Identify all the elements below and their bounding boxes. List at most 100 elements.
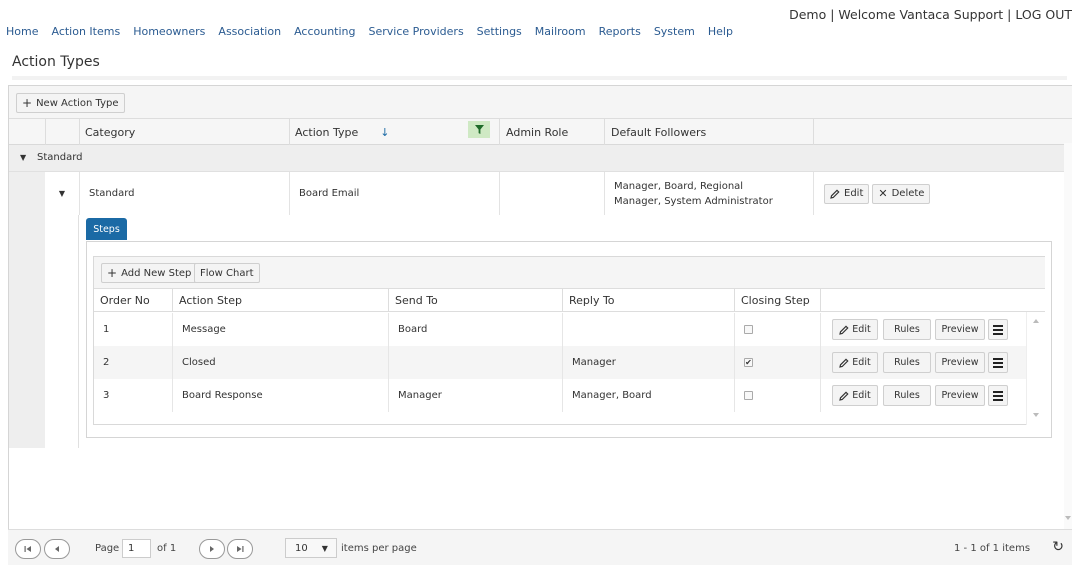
hamburger-menu-icon[interactable] [988,319,1008,340]
cell-send-to: Board [388,313,562,346]
filter-icon[interactable] [468,121,490,138]
cell-commands: Edit ✕ Delete [813,172,1063,215]
closing-step-header-label: Closing Step [741,294,810,307]
group-indent [9,172,45,448]
pager: Page 1 of 1 10 ▼ items per page 1 - 1 of… [8,529,1072,565]
nav-homeowners[interactable]: Homeowners [133,25,205,38]
close-icon: ✕ [878,187,888,200]
nav-association[interactable]: Association [218,25,281,38]
closing-step-checkbox[interactable]: ✔ [744,358,753,367]
delete-label: Delete [891,188,925,199]
flow-chart-label: Flow Chart [200,267,254,279]
tab-steps[interactable]: Steps [86,218,127,240]
table-row: 3 Board Response Manager Manager, Board … [94,379,1027,412]
scroll-down-icon[interactable] [1065,516,1071,520]
column-header-category[interactable]: Category [79,119,289,145]
detail-indent [45,215,79,448]
column-header-default-followers[interactable]: Default Followers [604,119,813,145]
nav-settings[interactable]: Settings [477,25,522,38]
refresh-icon[interactable]: ↻ [1052,539,1064,555]
nav-mailroom[interactable]: Mailroom [535,25,586,38]
cell-action-type: Board Email [289,172,499,215]
edit-step-label: Edit [852,324,871,335]
nav-reports[interactable]: Reports [599,25,641,38]
nav-service-providers[interactable]: Service Providers [369,25,464,38]
add-new-step-label: Add New Step [121,267,192,279]
hamburger-menu-icon[interactable] [988,385,1008,406]
action-type-header-label: Action Type [295,125,359,139]
delete-action-type-button[interactable]: ✕ Delete [872,183,931,204]
next-page-button[interactable] [199,539,225,559]
rules-button[interactable]: Rules [883,319,931,340]
column-header-action-type[interactable]: Action Type ↓ [289,119,499,145]
column-header-reply-to[interactable]: Reply To [562,289,734,312]
row-collapse-icon[interactable]: ▼ [45,172,79,215]
nav-accounting[interactable]: Accounting [294,25,355,38]
edit-step-label: Edit [852,390,871,401]
column-header-action-step[interactable]: Action Step [172,289,388,312]
edit-step-button[interactable]: Edit [832,385,878,406]
grid-header: Category Action Type ↓ Admin Role Defaul… [9,119,1072,145]
next-page-icon [210,546,214,552]
cell-closing-step [734,379,820,412]
page-size-select[interactable]: 10 ▼ [285,538,337,558]
new-action-type-label: New Action Type [36,97,119,109]
rules-button[interactable]: Rules [883,385,931,406]
items-summary: 1 - 1 of 1 items [954,543,1031,554]
cell-action-step: Closed [172,346,388,379]
last-page-button[interactable] [227,539,253,559]
pencil-icon [830,188,840,199]
closing-step-checkbox[interactable] [744,325,753,334]
column-header-admin-role[interactable]: Admin Role [499,119,604,145]
category-header-label: Category [85,125,136,139]
items-per-page-label: items per page [341,543,417,554]
flow-chart-button[interactable]: Flow Chart [194,263,260,283]
order-no-header-label: Order No [100,294,150,307]
title-divider [12,76,1067,80]
scroll-up-icon[interactable] [1033,319,1039,323]
page-count-label: of 1 [157,543,177,554]
edit-step-label: Edit [852,357,871,368]
nav-home[interactable]: Home [6,25,38,38]
nav-action-items[interactable]: Action Items [51,25,120,38]
preview-label: Preview [941,357,979,368]
page-size-value: 10 [295,542,308,554]
cell-reply-to: Manager, Board [562,379,734,412]
scroll-down-icon[interactable] [1033,413,1039,417]
cell-closing-step: ✔ [734,346,820,379]
rules-label: Rules [894,357,920,368]
steps-header: Order No Action Step Send To Reply To Cl… [94,289,1045,312]
column-header-closing-step[interactable]: Closing Step [734,289,820,312]
nav-help[interactable]: Help [708,25,733,38]
cell-admin-role [499,172,604,215]
preview-button[interactable]: Preview [935,319,985,340]
column-header-order-no[interactable]: Order No [94,289,172,312]
hamburger-menu-icon[interactable] [988,352,1008,373]
preview-button[interactable]: Preview [935,385,985,406]
cell-closing-step [734,313,820,346]
admin-role-header-label: Admin Role [506,125,569,139]
closing-step-checkbox[interactable] [744,391,753,400]
cell-reply-to [562,313,734,346]
grid-scrollbar[interactable] [1064,143,1072,529]
cell-action-step: Message [172,313,388,346]
user-bar: Demo | Welcome Vantaca Support | LOG OUT [789,7,1072,22]
rules-label: Rules [894,324,920,335]
rules-button[interactable]: Rules [883,352,931,373]
edit-step-button[interactable]: Edit [832,319,878,340]
new-action-type-button[interactable]: + New Action Type [16,93,125,113]
nav-system[interactable]: System [654,25,695,38]
cell-send-to [388,346,562,379]
group-collapse-icon[interactable]: ▼ [20,153,26,162]
cell-category: Standard [79,172,289,215]
edit-step-button[interactable]: Edit [832,352,878,373]
first-page-button[interactable] [15,539,41,559]
hierarchy-column-header [45,119,79,145]
preview-button[interactable]: Preview [935,352,985,373]
page-number-input[interactable]: 1 [122,539,151,558]
edit-action-type-button[interactable]: Edit [824,183,870,204]
steps-scrollbar[interactable] [1026,312,1045,425]
add-new-step-button[interactable]: + Add New Step [101,263,198,283]
column-header-send-to[interactable]: Send To [388,289,562,312]
previous-page-button[interactable] [44,539,70,559]
